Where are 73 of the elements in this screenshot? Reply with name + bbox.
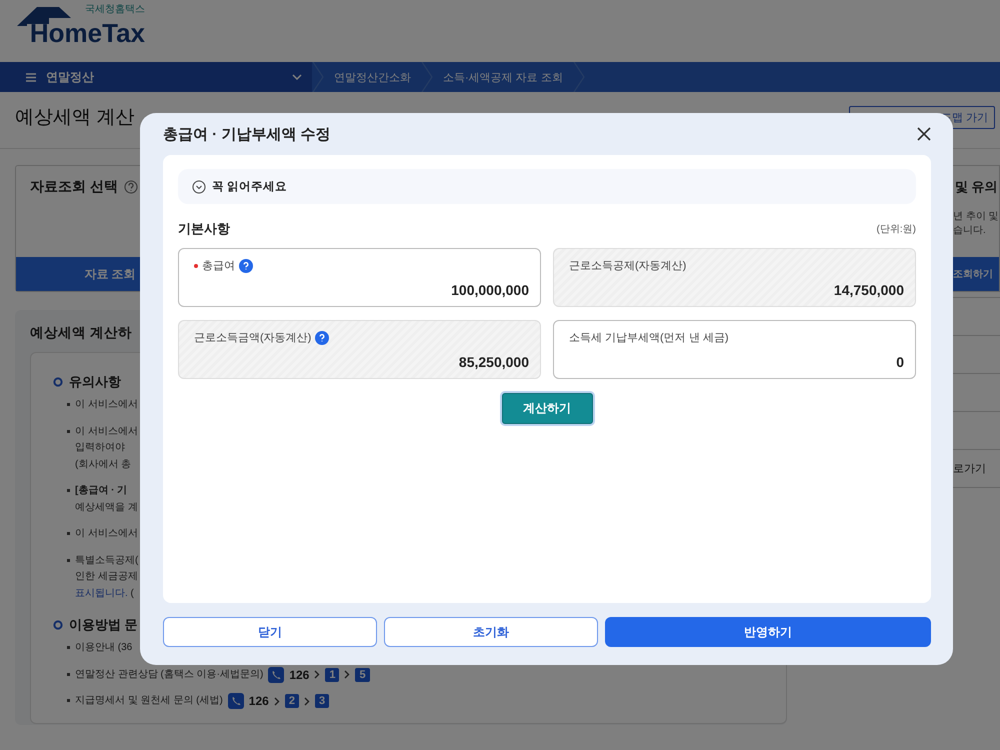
field-value: 14,750,000 [832, 282, 904, 298]
notice-link[interactable]: 표시됩니다. [75, 588, 128, 598]
card-text: 년 추이 및 [953, 210, 999, 224]
phone-icon [228, 693, 244, 710]
breadcrumb-link[interactable]: 연말정산간소화 [330, 70, 421, 84]
chevron-right-icon [274, 696, 280, 706]
key-badge: 2 [284, 694, 299, 708]
phone-number: 126 [289, 668, 310, 682]
phone-number: 126 [248, 694, 269, 708]
phone-icon [268, 666, 284, 683]
key-badge: 3 [314, 694, 330, 708]
dialog-title: 총급여 · 기납부세액 수정 [163, 124, 330, 144]
bullet-icon [67, 489, 70, 492]
field-value: 100,000,000 [450, 282, 529, 298]
key-badge: 1 [325, 668, 340, 682]
breadcrumb-link[interactable]: 소득·세액공제 자료 조회 [439, 70, 573, 84]
chevron-right-icon [304, 696, 310, 706]
help-icon[interactable] [315, 330, 330, 344]
logo-wordmark: HomeTax [30, 20, 145, 46]
unit-label: (단위:원) [876, 223, 916, 236]
bullet-icon [67, 646, 70, 649]
chevron-down-icon [292, 74, 302, 80]
ring-bullet-icon [53, 377, 63, 387]
close-button[interactable] [915, 125, 933, 143]
breadcrumb-separator-icon [312, 62, 324, 92]
breadcrumb-separator-icon [572, 62, 585, 92]
chevron-right-icon [314, 670, 320, 680]
bullet-icon [67, 532, 70, 535]
card-title: 자료조회 선택 [30, 178, 118, 196]
calculate-button[interactable]: 계산하기 [502, 393, 592, 424]
notice-text: [총급여 · 기 예상세액을 계 [75, 484, 138, 514]
notice-text: 이 서비스에서 입력하여야 (회사에서 총 [75, 424, 138, 472]
logo-caption: 국세청홈택스 [84, 4, 145, 16]
page-title: 예상세액 계산 [15, 106, 134, 130]
notice-text: 이용안내 (36 [75, 641, 132, 655]
bullet-icon [67, 558, 70, 562]
chevron-right-icon [344, 670, 350, 680]
bullet-icon [67, 699, 70, 702]
help-icon[interactable] [239, 258, 253, 272]
notice-toggle[interactable]: 꼭 읽어주세요 [178, 169, 916, 204]
field-value: 85,250,000 [458, 354, 529, 370]
card-text: 습니다. [953, 224, 986, 238]
section-heading: 기본사항 [178, 220, 230, 238]
menu-icon [26, 72, 36, 82]
input-field[interactable]: 총급여 100,000,000 [178, 248, 541, 307]
bullet-icon [67, 403, 70, 406]
close-dialog-button[interactable]: 닫기 [163, 617, 377, 647]
group-heading: 이용방법 문 [69, 616, 138, 634]
field-value: 0 [895, 354, 904, 370]
field-label: 근로소득금액(자동계산) [194, 331, 312, 345]
bullet-icon [67, 672, 70, 676]
breadcrumb-separator-icon [421, 62, 433, 92]
notice-text: 연말정산 관련상담 (홈택스 이용·세법문의) [75, 668, 264, 682]
section-title: 예상세액 계산하 [30, 324, 132, 342]
group-heading: 유의사항 [69, 373, 121, 391]
ring-bullet-icon [53, 620, 63, 630]
menu-label: 연말정산 [46, 68, 95, 86]
input-field[interactable]: 소득세 기납부세액(먼저 낸 세금) 0 [553, 320, 916, 379]
field-label: 총급여 [202, 259, 235, 273]
key-badge: 5 [355, 668, 370, 682]
notice-text: 이 서비스에서 [75, 527, 138, 541]
chevron-circle-icon [192, 180, 206, 194]
reset-button[interactable]: 초기화 [384, 617, 598, 647]
help-icon [124, 180, 138, 194]
notice-text: 이 서비스에서 [75, 398, 138, 412]
card-title: 및 유의 [955, 178, 998, 196]
apply-button[interactable]: 반영하기 [605, 617, 931, 647]
notice-text: 특별소득공제( 인한 세금공제 표시됩니다. ( [75, 554, 138, 600]
field-label: 근로소득공제(자동계산) [569, 259, 686, 273]
field-label: 소득세 기납부세액(먼저 낸 세금) [569, 331, 728, 345]
bullet-icon [67, 430, 70, 432]
notice-text: 지급명세서 및 원천세 문의 (세법) [75, 694, 223, 708]
menu-bar[interactable]: 연말정산 [0, 62, 312, 92]
